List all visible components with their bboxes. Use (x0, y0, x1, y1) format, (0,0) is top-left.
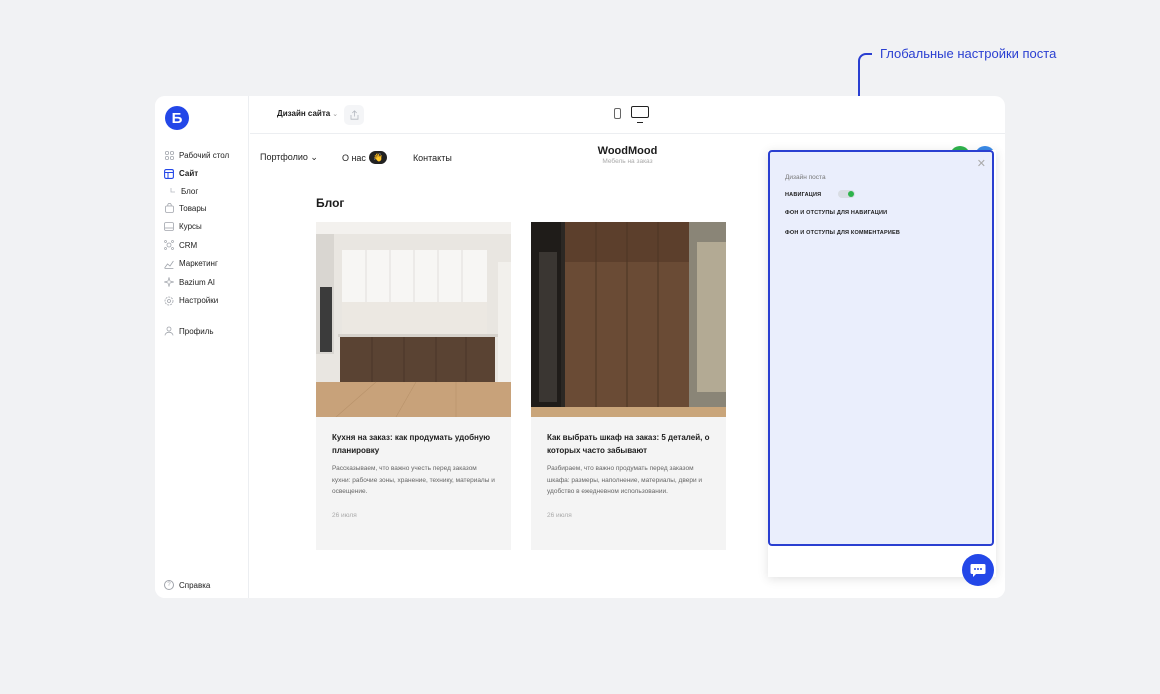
navigation-label: НАВИГАЦИЯ (785, 192, 822, 198)
sidebar-item-label: Маркетинг (179, 259, 218, 269)
app-window: Б Рабочий стол Сайт Блог Товары Курсы CR… (155, 96, 1005, 598)
sidebar-item-label: Bazium AI (179, 277, 216, 287)
nav-portfolio[interactable]: Портфолио ⌄ (260, 152, 318, 163)
sidebar: Б Рабочий стол Сайт Блог Товары Курсы CR… (155, 96, 249, 598)
design-dropdown[interactable]: Дизайн сайта ⌄ (277, 109, 338, 118)
wardrobe-image (531, 222, 726, 417)
sidebar-item-site[interactable]: Сайт (164, 165, 248, 184)
sidebar-item-courses[interactable]: Курсы (164, 218, 248, 237)
post-settings-panel: ✕ Дизайн поста НАВИГАЦИЯ ФОН И ОТСТУПЫ Д… (768, 150, 996, 577)
desktop-view-icon[interactable] (631, 106, 649, 123)
bag-icon (164, 203, 174, 214)
post-excerpt: Разбираем, что важно продумать перед зак… (547, 465, 703, 495)
sidebar-item-ai[interactable]: Bazium AI (164, 273, 248, 292)
kitchen-image (316, 222, 511, 417)
sidebar-item-products[interactable]: Товары (164, 199, 248, 218)
sidebar-item-label: Профиль (179, 326, 214, 336)
sub-arrow-icon (169, 186, 177, 196)
post-date: 26 июля (547, 511, 572, 519)
help-link[interactable]: ? Справка (164, 580, 210, 590)
design-dropdown-label: Дизайн сайта (277, 109, 331, 118)
sidebar-item-dashboard[interactable]: Рабочий стол (164, 146, 248, 165)
chat-icon (970, 563, 986, 577)
blog-heading: Блог (316, 196, 345, 210)
post-excerpt: Рассказываем, что важно учесть перед зак… (332, 465, 495, 495)
sidebar-item-label: Курсы (179, 222, 202, 232)
sidebar-item-label: Блог (181, 186, 199, 196)
sidebar-item-settings[interactable]: Настройки (164, 292, 248, 311)
sidebar-item-label: Сайт (179, 169, 199, 179)
post-title: Как выбрать шкаф на заказ: 5 деталей, о … (547, 433, 710, 455)
site-nav: Портфолио ⌄ О нас 👋 Контакты (260, 151, 452, 164)
settings-icon (164, 296, 174, 306)
card-body: Кухня на заказ: как продумать удобную пл… (316, 417, 511, 533)
user-icon (164, 326, 174, 336)
nav-contacts[interactable]: Контакты (413, 153, 452, 163)
sidebar-item-label: Товары (179, 203, 207, 213)
logo[interactable]: Б (165, 106, 189, 130)
marketing-icon (164, 259, 174, 269)
blog-card[interactable]: Как выбрать шкаф на заказ: 5 деталей, о … (531, 222, 726, 550)
chevron-down-icon: ⌄ (332, 111, 339, 118)
comments-bg-setting[interactable]: ФОН И ОТСТУПЫ ДЛЯ КОММЕНТАРИЕВ (785, 230, 900, 236)
close-icon[interactable]: ✕ (977, 157, 986, 170)
ai-icon (164, 277, 174, 288)
navigation-setting[interactable]: НАВИГАЦИЯ (785, 192, 821, 198)
blog-card[interactable]: Кухня на заказ: как продумать удобную пл… (316, 222, 511, 550)
panel-title: Дизайн поста (785, 174, 826, 181)
navigation-toggle[interactable] (838, 190, 855, 198)
sidebar-item-label: Настройки (179, 296, 219, 306)
site-icon (164, 168, 174, 179)
callout-label: Глобальные настройки поста (880, 46, 1057, 61)
sidebar-item-label: CRM (179, 240, 198, 250)
dashboard-icon (164, 150, 174, 160)
sidebar-item-marketing[interactable]: Маркетинг (164, 255, 248, 274)
sidebar-item-label: Рабочий стол (179, 150, 230, 160)
post-settings-highlight: ✕ Дизайн поста НАВИГАЦИЯ ФОН И ОТСТУПЫ Д… (768, 150, 994, 546)
chat-button[interactable] (962, 554, 994, 586)
post-date: 26 июля (332, 511, 357, 519)
brand-subtitle: Мебель на заказ (602, 158, 653, 165)
wave-icon: 👋 (368, 151, 387, 164)
mobile-view-icon[interactable] (614, 108, 621, 119)
site-brand[interactable]: WoodMood Мебель на заказ (585, 145, 670, 165)
sidebar-nav: Рабочий стол Сайт Блог Товары Курсы CRM … (164, 146, 248, 341)
editor-topbar: Дизайн сайта ⌄ (250, 96, 1005, 134)
post-title: Кухня на заказ: как продумать удобную пл… (332, 433, 491, 455)
question-icon: ? (164, 580, 174, 590)
share-icon (350, 110, 358, 120)
courses-icon (164, 222, 174, 232)
help-label: Справка (179, 580, 211, 590)
sidebar-item-profile[interactable]: Профиль (164, 322, 248, 341)
crm-icon (164, 240, 174, 251)
brand-name: WoodMood (597, 145, 658, 157)
sidebar-item-crm[interactable]: CRM (164, 236, 248, 255)
sidebar-item-blog[interactable]: Блог (164, 183, 248, 199)
nav-about[interactable]: О нас 👋 (342, 151, 387, 164)
card-body: Как выбрать шкаф на заказ: 5 деталей, о … (531, 417, 726, 533)
nav-bg-setting[interactable]: ФОН И ОТСТУПЫ ДЛЯ НАВИГАЦИИ (785, 210, 887, 216)
share-button[interactable] (344, 105, 364, 125)
